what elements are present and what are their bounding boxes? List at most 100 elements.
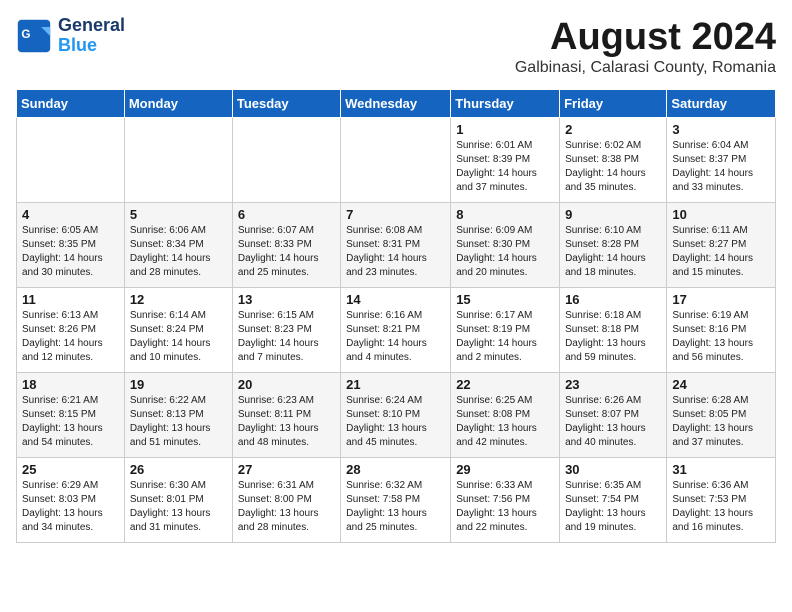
calendar-day-cell: 18Sunrise: 6:21 AM Sunset: 8:15 PM Dayli… [17,373,125,458]
day-number: 21 [346,377,445,392]
day-number: 24 [672,377,770,392]
day-number: 22 [456,377,554,392]
calendar-day-cell: 13 Sunrise: 6:15 AM Sunset: 8:23 PM Dayli… [232,288,340,373]
weekday-header-sunday: Sunday [17,90,125,118]
calendar-week-row: 11 Sunrise: 6:13 AM Sunset: 8:26 PM Dayli… [17,288,776,373]
calendar-day-cell: 9 Sunrise: 6:10 AM Sunset: 8:28 PM Daylig… [560,203,667,288]
calendar-day-cell: 26 Sunrise: 6:30 AM Sunset: 8:01 PM Dayli… [124,458,232,543]
calendar-day-cell: 3 Sunrise: 6:04 AM Sunset: 8:37 PM Daylig… [667,118,776,203]
empty-day-cell [17,118,125,203]
calendar-day-cell: 22 Sunrise: 6:25 AM Sunset: 8:08 PM Dayli… [451,373,560,458]
day-number: 2 [565,122,661,137]
day-number: 14 [346,292,445,307]
empty-day-cell [341,118,451,203]
day-info: Sunrise: 6:04 AM Sunset: 8:37 PM Dayligh… [672,139,770,195]
logo: G General Blue [16,16,125,56]
calendar-day-cell: 27 Sunrise: 6:31 AM Sunset: 8:00 PM Dayli… [232,458,340,543]
day-number: 19 [130,377,227,392]
day-number: 25 [22,462,119,477]
day-info: Sunrise: 6:21 AM Sunset: 8:15 PM Dayligh… [22,394,119,450]
day-number: 31 [672,462,770,477]
calendar-week-row: 25 Sunrise: 6:29 AM Sunset: 8:03 PM Dayli… [17,458,776,543]
day-info: Sunrise: 6:01 AM Sunset: 8:39 PM Dayligh… [456,139,554,195]
calendar-week-row: 4Sunrise: 6:05 AM Sunset: 8:35 PM Daylig… [17,203,776,288]
weekday-header-friday: Friday [560,90,667,118]
calendar-day-cell: 5Sunrise: 6:06 AM Sunset: 8:34 PM Daylig… [124,203,232,288]
day-info: Sunrise: 6:18 AM Sunset: 8:18 PM Dayligh… [565,309,661,365]
svg-text:G: G [21,28,30,41]
weekday-header-row: SundayMondayTuesdayWednesdayThursdayFrid… [17,90,776,118]
calendar-day-cell: 30 Sunrise: 6:35 AM Sunset: 7:54 PM Dayli… [560,458,667,543]
calendar-day-cell: 20Sunrise: 6:23 AM Sunset: 8:11 PM Dayli… [232,373,340,458]
day-info: Sunrise: 6:35 AM Sunset: 7:54 PM Dayligh… [565,479,661,535]
weekday-header-tuesday: Tuesday [232,90,340,118]
day-info: Sunrise: 6:07 AM Sunset: 8:33 PM Dayligh… [238,224,335,280]
day-info: Sunrise: 6:17 AM Sunset: 8:19 PM Dayligh… [456,309,554,365]
title-section: August 2024 Galbinasi, Calarasi County, … [515,16,776,77]
calendar-day-cell: 19 Sunrise: 6:22 AM Sunset: 8:13 PM Dayli… [124,373,232,458]
calendar-day-cell: 10Sunrise: 6:11 AM Sunset: 8:27 PM Dayli… [667,203,776,288]
day-number: 29 [456,462,554,477]
day-number: 27 [238,462,335,477]
day-info: Sunrise: 6:09 AM Sunset: 8:30 PM Dayligh… [456,224,554,280]
day-number: 26 [130,462,227,477]
day-info: Sunrise: 6:22 AM Sunset: 8:13 PM Dayligh… [130,394,227,450]
day-info: Sunrise: 6:14 AM Sunset: 8:24 PM Dayligh… [130,309,227,365]
calendar-day-cell: 15 Sunrise: 6:17 AM Sunset: 8:19 PM Dayli… [451,288,560,373]
day-number: 1 [456,122,554,137]
calendar-day-cell: 23 Sunrise: 6:26 AM Sunset: 8:07 PM Dayli… [560,373,667,458]
day-info: Sunrise: 6:16 AM Sunset: 8:21 PM Dayligh… [346,309,445,365]
calendar-day-cell: 24 Sunrise: 6:28 AM Sunset: 8:05 PM Dayli… [667,373,776,458]
empty-day-cell [232,118,340,203]
calendar-week-row: 18Sunrise: 6:21 AM Sunset: 8:15 PM Dayli… [17,373,776,458]
day-number: 3 [672,122,770,137]
day-number: 23 [565,377,661,392]
day-number: 6 [238,207,335,222]
day-info: Sunrise: 6:31 AM Sunset: 8:00 PM Dayligh… [238,479,335,535]
day-info: Sunrise: 6:15 AM Sunset: 8:23 PM Dayligh… [238,309,335,365]
day-number: 15 [456,292,554,307]
day-info: Sunrise: 6:02 AM Sunset: 8:38 PM Dayligh… [565,139,661,195]
day-number: 8 [456,207,554,222]
calendar-day-cell: 31Sunrise: 6:36 AM Sunset: 7:53 PM Dayli… [667,458,776,543]
day-info: Sunrise: 6:26 AM Sunset: 8:07 PM Dayligh… [565,394,661,450]
day-number: 9 [565,207,661,222]
page-header: G General Blue August 2024 Galbinasi, Ca… [16,16,776,77]
day-number: 5 [130,207,227,222]
day-number: 28 [346,462,445,477]
calendar-day-cell: 7Sunrise: 6:08 AM Sunset: 8:31 PM Daylig… [341,203,451,288]
weekday-header-thursday: Thursday [451,90,560,118]
day-number: 17 [672,292,770,307]
calendar-day-cell: 29 Sunrise: 6:33 AM Sunset: 7:56 PM Dayli… [451,458,560,543]
calendar-day-cell: 6 Sunrise: 6:07 AM Sunset: 8:33 PM Daylig… [232,203,340,288]
day-info: Sunrise: 6:05 AM Sunset: 8:35 PM Dayligh… [22,224,119,280]
day-info: Sunrise: 6:30 AM Sunset: 8:01 PM Dayligh… [130,479,227,535]
day-number: 20 [238,377,335,392]
day-number: 30 [565,462,661,477]
calendar-day-cell: 16Sunrise: 6:18 AM Sunset: 8:18 PM Dayli… [560,288,667,373]
day-info: Sunrise: 6:25 AM Sunset: 8:08 PM Dayligh… [456,394,554,450]
weekday-header-monday: Monday [124,90,232,118]
calendar-day-cell: 28 Sunrise: 6:32 AM Sunset: 7:58 PM Dayli… [341,458,451,543]
calendar-day-cell: 14 Sunrise: 6:16 AM Sunset: 8:21 PM Dayli… [341,288,451,373]
day-info: Sunrise: 6:29 AM Sunset: 8:03 PM Dayligh… [22,479,119,535]
day-info: Sunrise: 6:13 AM Sunset: 8:26 PM Dayligh… [22,309,119,365]
logo-icon: G [16,18,52,54]
day-info: Sunrise: 6:33 AM Sunset: 7:56 PM Dayligh… [456,479,554,535]
day-info: Sunrise: 6:32 AM Sunset: 7:58 PM Dayligh… [346,479,445,535]
day-info: Sunrise: 6:19 AM Sunset: 8:16 PM Dayligh… [672,309,770,365]
day-info: Sunrise: 6:11 AM Sunset: 8:27 PM Dayligh… [672,224,770,280]
month-year-title: August 2024 [515,16,776,59]
day-info: Sunrise: 6:28 AM Sunset: 8:05 PM Dayligh… [672,394,770,450]
location-subtitle: Galbinasi, Calarasi County, Romania [515,59,776,77]
day-number: 12 [130,292,227,307]
day-number: 11 [22,292,119,307]
calendar-day-cell: 1 Sunrise: 6:01 AM Sunset: 8:39 PM Daylig… [451,118,560,203]
calendar-day-cell: 2 Sunrise: 6:02 AM Sunset: 8:38 PM Daylig… [560,118,667,203]
day-info: Sunrise: 6:24 AM Sunset: 8:10 PM Dayligh… [346,394,445,450]
day-info: Sunrise: 6:10 AM Sunset: 8:28 PM Dayligh… [565,224,661,280]
calendar-day-cell: 21 Sunrise: 6:24 AM Sunset: 8:10 PM Dayli… [341,373,451,458]
day-number: 13 [238,292,335,307]
day-info: Sunrise: 6:08 AM Sunset: 8:31 PM Dayligh… [346,224,445,280]
calendar-day-cell: 25 Sunrise: 6:29 AM Sunset: 8:03 PM Dayli… [17,458,125,543]
